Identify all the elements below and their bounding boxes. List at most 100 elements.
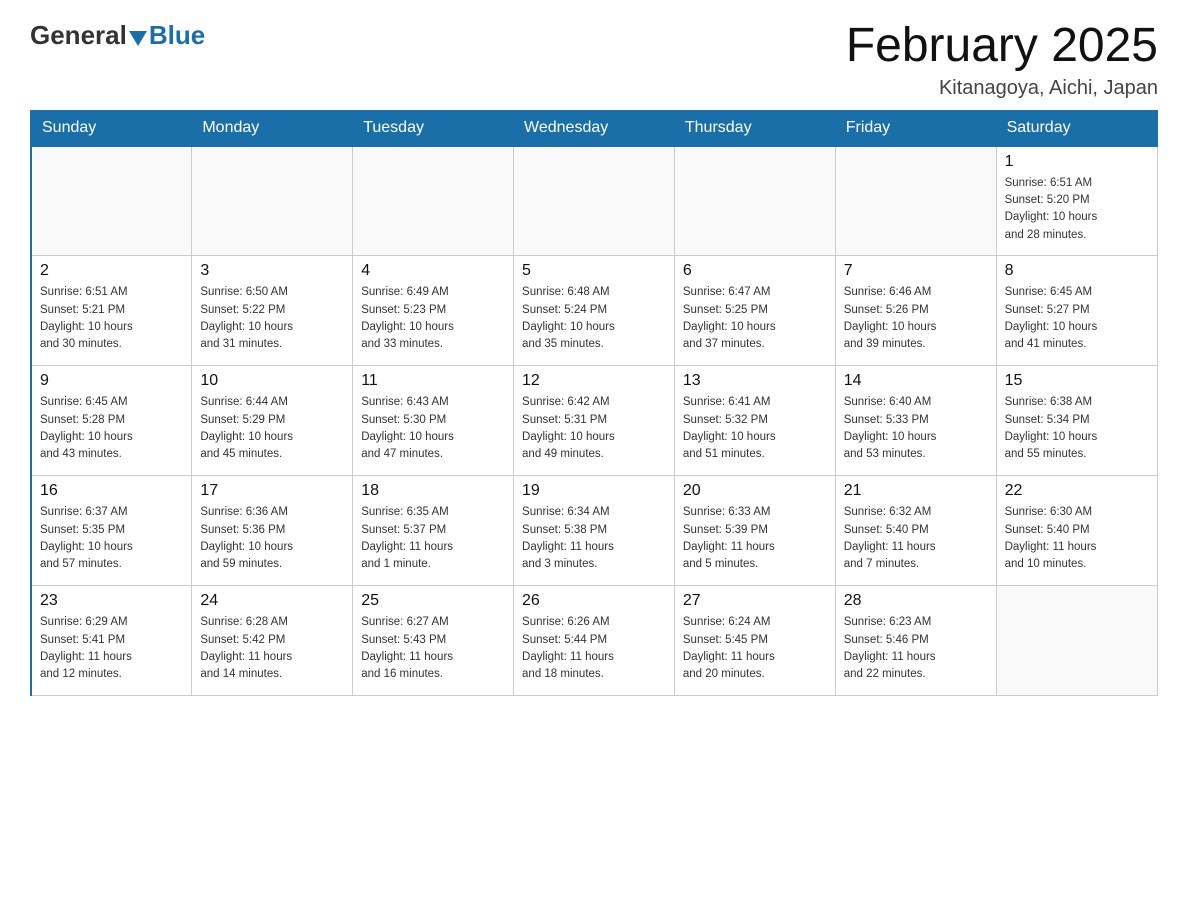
calendar-cell: 3 Sunrise: 6:50 AM Sunset: 5:22 PM Daylig… [192, 256, 353, 366]
day-info: Sunrise: 6:40 AM Sunset: 5:33 PM Dayligh… [844, 394, 988, 463]
calendar-week-1: 1 Sunrise: 6:51 AM Sunset: 5:20 PM Daylig… [31, 146, 1157, 256]
day-number: 20 [683, 482, 827, 500]
day-info: Sunrise: 6:34 AM Sunset: 5:38 PM Dayligh… [522, 504, 666, 573]
day-number: 19 [522, 482, 666, 500]
day-number: 11 [361, 372, 505, 390]
day-number: 2 [40, 262, 183, 280]
calendar-cell: 1 Sunrise: 6:51 AM Sunset: 5:20 PM Daylig… [996, 146, 1157, 256]
day-number: 17 [200, 482, 344, 500]
day-number: 3 [200, 262, 344, 280]
day-number: 27 [683, 592, 827, 610]
day-number: 14 [844, 372, 988, 390]
day-number: 4 [361, 262, 505, 280]
day-info: Sunrise: 6:47 AM Sunset: 5:25 PM Dayligh… [683, 284, 827, 353]
calendar-cell: 23Sunrise: 6:29 AM Sunset: 5:41 PM Dayli… [31, 586, 192, 696]
title-block: February 2025 Kitanagoya, Aichi, Japan [846, 20, 1158, 100]
calendar-cell: 13 Sunrise: 6:41 AM Sunset: 5:32 PM Dayli… [674, 366, 835, 476]
calendar-cell: 28 Sunrise: 6:23 AM Sunset: 5:46 PM Dayli… [835, 586, 996, 696]
calendar-table: SundayMondayTuesdayWednesdayThursdayFrid… [30, 110, 1158, 697]
calendar-cell: 10 Sunrise: 6:44 AM Sunset: 5:29 PM Dayli… [192, 366, 353, 476]
calendar-cell: 11 Sunrise: 6:43 AM Sunset: 5:30 PM Dayli… [353, 366, 514, 476]
day-info: Sunrise: 6:26 AM Sunset: 5:44 PM Dayligh… [522, 614, 666, 683]
calendar-cell: 5 Sunrise: 6:48 AM Sunset: 5:24 PM Daylig… [514, 256, 675, 366]
day-info: Sunrise: 6:50 AM Sunset: 5:22 PM Dayligh… [200, 284, 344, 353]
day-number: 5 [522, 262, 666, 280]
day-info: Sunrise: 6:27 AM Sunset: 5:43 PM Dayligh… [361, 614, 505, 683]
calendar-cell: 24Sunrise: 6:28 AM Sunset: 5:42 PM Dayli… [192, 586, 353, 696]
day-number: 9 [40, 372, 183, 390]
calendar-cell: 25Sunrise: 6:27 AM Sunset: 5:43 PM Dayli… [353, 586, 514, 696]
calendar-cell [31, 146, 192, 256]
day-number: 23 [40, 592, 183, 610]
location-title: Kitanagoya, Aichi, Japan [846, 77, 1158, 100]
calendar-cell: 9 Sunrise: 6:45 AM Sunset: 5:28 PM Daylig… [31, 366, 192, 476]
calendar-cell: 15 Sunrise: 6:38 AM Sunset: 5:34 PM Dayli… [996, 366, 1157, 476]
day-number: 7 [844, 262, 988, 280]
logo-general: General [30, 20, 127, 51]
day-number: 28 [844, 592, 988, 610]
calendar-body: 1 Sunrise: 6:51 AM Sunset: 5:20 PM Daylig… [31, 146, 1157, 696]
calendar-cell: 14 Sunrise: 6:40 AM Sunset: 5:33 PM Dayli… [835, 366, 996, 476]
day-of-week-wednesday: Wednesday [514, 110, 675, 146]
logo-triangle-icon [129, 31, 147, 46]
day-info: Sunrise: 6:33 AM Sunset: 5:39 PM Dayligh… [683, 504, 827, 573]
day-info: Sunrise: 6:45 AM Sunset: 5:28 PM Dayligh… [40, 394, 183, 463]
logo-blue: Blue [149, 20, 205, 51]
day-info: Sunrise: 6:37 AM Sunset: 5:35 PM Dayligh… [40, 504, 183, 573]
day-number: 16 [40, 482, 183, 500]
day-number: 1 [1005, 153, 1149, 171]
day-info: Sunrise: 6:28 AM Sunset: 5:42 PM Dayligh… [200, 614, 344, 683]
calendar-cell: 20 Sunrise: 6:33 AM Sunset: 5:39 PM Dayli… [674, 476, 835, 586]
day-info: Sunrise: 6:42 AM Sunset: 5:31 PM Dayligh… [522, 394, 666, 463]
day-info: Sunrise: 6:49 AM Sunset: 5:23 PM Dayligh… [361, 284, 505, 353]
month-title: February 2025 [846, 20, 1158, 73]
day-number: 15 [1005, 372, 1149, 390]
day-number: 18 [361, 482, 505, 500]
day-of-week-saturday: Saturday [996, 110, 1157, 146]
calendar-cell [835, 146, 996, 256]
calendar-cell: 18 Sunrise: 6:35 AM Sunset: 5:37 PM Dayli… [353, 476, 514, 586]
day-info: Sunrise: 6:51 AM Sunset: 5:21 PM Dayligh… [40, 284, 183, 353]
day-of-week-friday: Friday [835, 110, 996, 146]
day-info: Sunrise: 6:35 AM Sunset: 5:37 PM Dayligh… [361, 504, 505, 573]
calendar-cell [192, 146, 353, 256]
day-info: Sunrise: 6:43 AM Sunset: 5:30 PM Dayligh… [361, 394, 505, 463]
calendar-week-2: 2 Sunrise: 6:51 AM Sunset: 5:21 PM Daylig… [31, 256, 1157, 366]
calendar-cell: 4 Sunrise: 6:49 AM Sunset: 5:23 PM Daylig… [353, 256, 514, 366]
calendar-cell: 17 Sunrise: 6:36 AM Sunset: 5:36 PM Dayli… [192, 476, 353, 586]
day-info: Sunrise: 6:38 AM Sunset: 5:34 PM Dayligh… [1005, 394, 1149, 463]
calendar-cell: 26 Sunrise: 6:26 AM Sunset: 5:44 PM Dayli… [514, 586, 675, 696]
day-info: Sunrise: 6:44 AM Sunset: 5:29 PM Dayligh… [200, 394, 344, 463]
calendar-header: SundayMondayTuesdayWednesdayThursdayFrid… [31, 110, 1157, 146]
days-of-week-row: SundayMondayTuesdayWednesdayThursdayFrid… [31, 110, 1157, 146]
calendar-week-3: 9 Sunrise: 6:45 AM Sunset: 5:28 PM Daylig… [31, 366, 1157, 476]
day-info: Sunrise: 6:51 AM Sunset: 5:20 PM Dayligh… [1005, 175, 1149, 244]
day-info: Sunrise: 6:45 AM Sunset: 5:27 PM Dayligh… [1005, 284, 1149, 353]
day-number: 8 [1005, 262, 1149, 280]
calendar-cell [353, 146, 514, 256]
day-info: Sunrise: 6:30 AM Sunset: 5:40 PM Dayligh… [1005, 504, 1149, 573]
calendar-cell: 16 Sunrise: 6:37 AM Sunset: 5:35 PM Dayli… [31, 476, 192, 586]
day-info: Sunrise: 6:36 AM Sunset: 5:36 PM Dayligh… [200, 504, 344, 573]
day-number: 26 [522, 592, 666, 610]
day-number: 22 [1005, 482, 1149, 500]
day-number: 6 [683, 262, 827, 280]
calendar-cell: 6 Sunrise: 6:47 AM Sunset: 5:25 PM Daylig… [674, 256, 835, 366]
day-number: 21 [844, 482, 988, 500]
day-info: Sunrise: 6:41 AM Sunset: 5:32 PM Dayligh… [683, 394, 827, 463]
day-info: Sunrise: 6:32 AM Sunset: 5:40 PM Dayligh… [844, 504, 988, 573]
day-info: Sunrise: 6:23 AM Sunset: 5:46 PM Dayligh… [844, 614, 988, 683]
day-number: 12 [522, 372, 666, 390]
calendar-cell: 2 Sunrise: 6:51 AM Sunset: 5:21 PM Daylig… [31, 256, 192, 366]
day-info: Sunrise: 6:46 AM Sunset: 5:26 PM Dayligh… [844, 284, 988, 353]
calendar-week-5: 23Sunrise: 6:29 AM Sunset: 5:41 PM Dayli… [31, 586, 1157, 696]
calendar-week-4: 16 Sunrise: 6:37 AM Sunset: 5:35 PM Dayli… [31, 476, 1157, 586]
calendar-cell: 12 Sunrise: 6:42 AM Sunset: 5:31 PM Dayli… [514, 366, 675, 476]
day-info: Sunrise: 6:48 AM Sunset: 5:24 PM Dayligh… [522, 284, 666, 353]
day-of-week-sunday: Sunday [31, 110, 192, 146]
calendar-cell: 7 Sunrise: 6:46 AM Sunset: 5:26 PM Daylig… [835, 256, 996, 366]
day-number: 13 [683, 372, 827, 390]
calendar-cell [674, 146, 835, 256]
day-info: Sunrise: 6:24 AM Sunset: 5:45 PM Dayligh… [683, 614, 827, 683]
day-number: 10 [200, 372, 344, 390]
